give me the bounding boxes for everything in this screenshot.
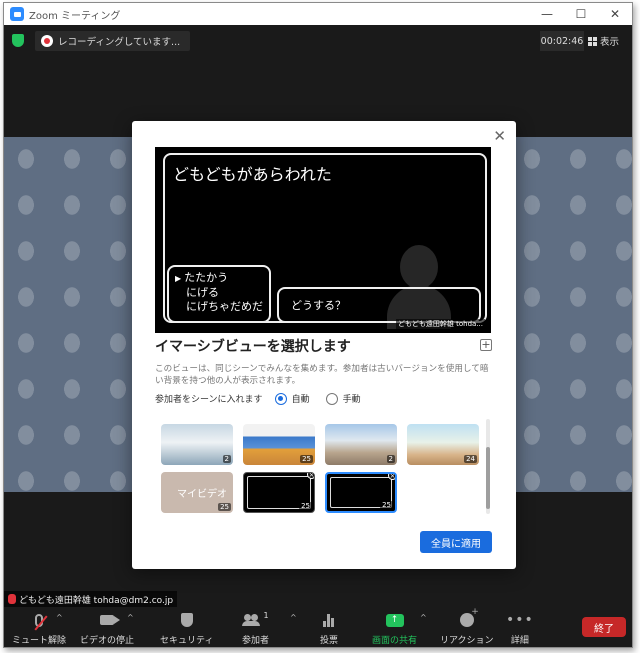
meeting-timer: 00:02:46 xyxy=(540,31,584,51)
cursor-arrow-icon: ▶ xyxy=(175,274,182,283)
end-meeting-button[interactable]: 終了 xyxy=(582,617,626,637)
polls-button[interactable]: 投票 xyxy=(320,611,338,646)
scene-preview: どもどもがあらわれた ▶ たたかう にげる にげちゃだめだ どうする？ どもども遠… xyxy=(155,147,491,333)
manual-radio[interactable] xyxy=(325,392,338,405)
share-screen-label: 画面の共有 xyxy=(372,636,418,646)
capacity-badge: 25 xyxy=(300,455,313,463)
minimize-button[interactable]: — xyxy=(530,7,564,21)
scene-thumbnail-cafe[interactable]: 2 xyxy=(325,424,397,465)
scene-thumbnail-auditorium[interactable]: 25 xyxy=(243,424,315,465)
polls-label: 投票 xyxy=(320,636,339,646)
participants-count: 1 xyxy=(263,611,269,620)
camera-icon xyxy=(100,615,120,625)
stop-video-button[interactable]: ビデオの停止 xyxy=(80,611,134,646)
auto-radio-label[interactable]: 自動 xyxy=(292,392,310,405)
placement-mode-row: 参加者をシーンに入れます 自動 手動 xyxy=(155,392,377,405)
participants-options-caret-icon[interactable]: ^ xyxy=(290,613,297,622)
bar-chart-icon xyxy=(322,613,336,627)
scene-thumbnail-custom-2-selected[interactable]: 25 × xyxy=(325,472,397,513)
window-title: Zoom ミーティング xyxy=(29,10,121,22)
reactions-button[interactable]: リアクション xyxy=(440,607,494,646)
rpg-menu-item: にげる xyxy=(186,286,219,299)
my-video-label: マイビデオ xyxy=(177,489,227,500)
maximize-button[interactable]: ☐ xyxy=(564,7,598,21)
mode-label: 参加者をシーンに入れます xyxy=(155,395,263,405)
scene-thumbnail-my-video[interactable]: マイビデオ 25 xyxy=(161,472,233,513)
recording-label: レコーディングしています... xyxy=(58,37,181,48)
video-options-caret-icon[interactable]: ^ xyxy=(127,613,134,622)
participants-icon xyxy=(242,614,261,626)
rpg-menu-item: たたかう xyxy=(184,271,229,284)
view-label: 表示 xyxy=(600,37,620,48)
meeting-toolbar: ミュート解除 ^ ビデオの停止 ^ セキュリティ 1 参加者 ^ 投票 ↑ 画面… xyxy=(4,607,632,647)
capacity-badge: 24 xyxy=(464,455,477,463)
security-button[interactable]: セキュリティ xyxy=(160,611,213,646)
zoom-logo-icon xyxy=(10,7,24,21)
more-label: 詳細 xyxy=(510,636,529,646)
capacity-badge: 2 xyxy=(386,455,395,463)
apply-to-all-button[interactable]: 全員に適用 xyxy=(420,531,492,553)
grid-icon xyxy=(588,36,597,46)
thumbnail-scrollbar[interactable] xyxy=(486,419,490,514)
rpg-command-menu: ▶ たたかう にげる にげちゃだめだ xyxy=(167,265,271,323)
rpg-title-text: どもどもがあらわれた xyxy=(173,165,332,184)
dialog-heading: イマーシブビューを選択します xyxy=(155,339,351,355)
zoom-window: Zoom ミーティング — ☐ ✕ レコーディングしています... 00:02:… xyxy=(3,2,633,648)
encryption-shield-icon[interactable] xyxy=(12,34,24,47)
self-name-tag: どもども遠田幹雄 tohda@dm2.co.jp xyxy=(4,591,178,607)
scene-thumbnail-lounge[interactable]: 24 xyxy=(407,424,479,465)
ellipsis-icon: ••• xyxy=(506,612,534,628)
audio-options-caret-icon[interactable]: ^ xyxy=(56,613,63,622)
share-arrow-icon: ↑ xyxy=(385,613,404,627)
share-options-caret-icon[interactable]: ^ xyxy=(420,613,427,622)
rpg-message-text: どうする？ xyxy=(291,299,346,312)
delete-scene-icon[interactable]: × xyxy=(307,473,314,479)
close-window-button[interactable]: ✕ xyxy=(598,7,632,21)
immersive-view-dialog: ✕ どもどもがあらわれた ▶ たたかう にげる にげちゃだめだ どうする？ どもど… xyxy=(132,121,516,569)
scene-thumbnail-office[interactable]: 2 xyxy=(161,424,233,465)
share-screen-button[interactable]: ↑ 画面の共有 xyxy=(372,611,417,646)
scene-thumbnail-custom-1[interactable]: 25 × xyxy=(243,472,315,513)
close-dialog-icon[interactable]: ✕ xyxy=(493,127,506,145)
scene-thumbnail-grid: 2 25 2 24 マイビデオ 25 25 × 25 × xyxy=(161,419,491,514)
participants-button[interactable]: 1 参加者 xyxy=(242,611,269,646)
security-label: セキュリティ xyxy=(160,636,214,646)
muted-mic-icon xyxy=(8,594,16,604)
participants-label: 参加者 xyxy=(242,636,270,646)
reactions-label: リアクション xyxy=(440,636,494,646)
stop-video-label: ビデオの停止 xyxy=(80,636,135,646)
auto-radio[interactable] xyxy=(274,392,287,405)
capacity-badge: 25 xyxy=(218,503,231,511)
smiley-icon xyxy=(459,607,479,627)
recording-indicator[interactable]: レコーディングしています... xyxy=(35,31,191,51)
view-button[interactable]: 表示 xyxy=(588,31,628,51)
add-scene-button[interactable]: + xyxy=(480,339,492,351)
cloud-record-icon xyxy=(41,35,53,47)
capacity-badge: 25 xyxy=(380,501,393,509)
preview-participant-name: どもども遠田幹雄 tohda... xyxy=(396,319,485,329)
shield-icon xyxy=(180,613,193,627)
more-button[interactable]: ••• 詳細 xyxy=(506,611,534,646)
capacity-badge: 25 xyxy=(299,502,312,510)
capacity-badge: 2 xyxy=(222,455,231,463)
muted-mic-icon xyxy=(35,613,43,627)
unmute-label: ミュート解除 xyxy=(12,636,67,646)
rpg-menu-item: にげちゃだめだ xyxy=(186,300,263,313)
self-name: どもども遠田幹雄 tohda@dm2.co.jp xyxy=(19,595,174,606)
dialog-description: このビューは、同じシーンでみんなを集めます。参加者は古いバージョンを使用して暗い… xyxy=(155,364,489,386)
delete-scene-icon[interactable]: × xyxy=(388,474,395,480)
title-bar: Zoom ミーティング — ☐ ✕ xyxy=(4,3,632,25)
rpg-message-box: どうする？ xyxy=(277,287,481,323)
manual-radio-label[interactable]: 手動 xyxy=(343,392,361,405)
